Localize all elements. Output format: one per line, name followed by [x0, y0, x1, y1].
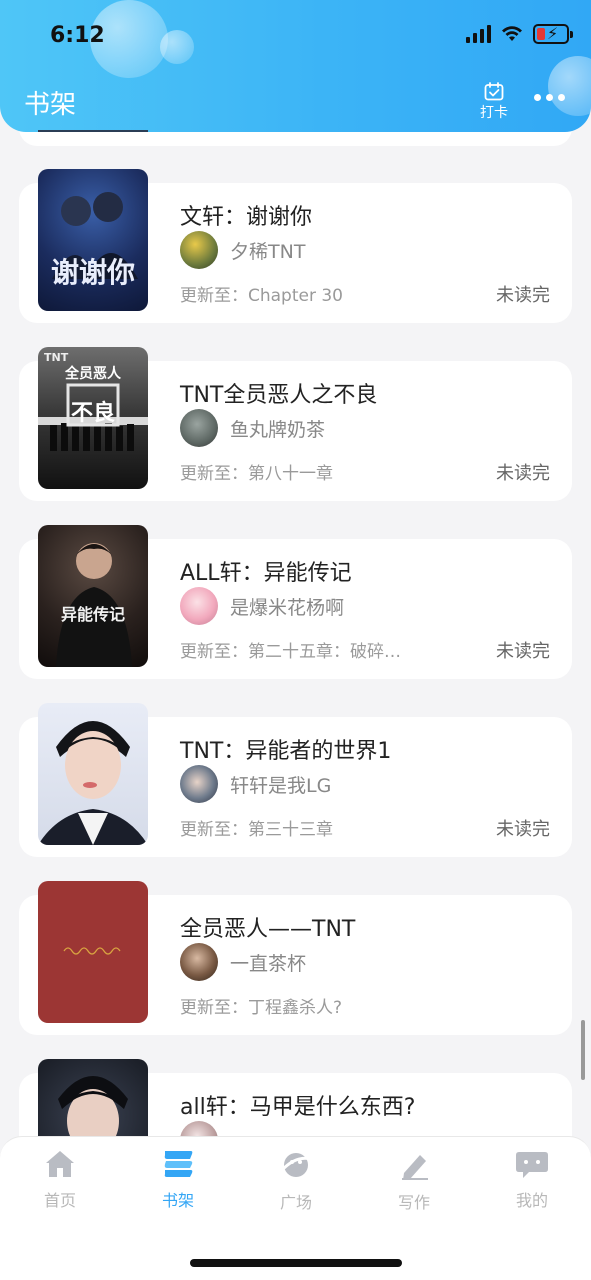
decor-bubble: [160, 30, 194, 64]
tab-home[interactable]: 首页: [20, 1149, 100, 1211]
book-title: TNT：异能者的世界1: [180, 739, 392, 764]
cover-art: [56, 543, 132, 667]
book-card[interactable]: 全员恶人——TNT 一直茶杯 更新至：丁程鑫杀人?: [19, 881, 572, 1035]
cover-title: 异能传记: [60, 605, 125, 624]
cover-title: 谢谢你: [50, 256, 135, 289]
update-info: 更新至：第八十一章: [180, 464, 333, 484]
book-cover[interactable]: [38, 881, 148, 1023]
cover-title: 不良: [70, 401, 115, 426]
more-dot-icon: [546, 94, 553, 101]
book-title: all轩：马甲是什么东西?: [180, 1095, 416, 1120]
scrollbar[interactable]: [581, 1020, 585, 1080]
book-cover[interactable]: 异能传记: [38, 525, 148, 667]
status-icons: ⚡: [466, 24, 573, 44]
tab-label: 写作: [397, 1193, 430, 1212]
book-title: ALL轩：异能传记: [180, 561, 352, 586]
book-title: 文轩：谢谢你: [180, 205, 313, 230]
tab-label: 首页: [43, 1191, 76, 1210]
author-row: 一直茶杯: [180, 943, 306, 981]
author-name: 鱼丸牌奶茶: [230, 418, 326, 441]
tab-square[interactable]: 广场: [256, 1149, 336, 1213]
book-cover[interactable]: [38, 703, 148, 845]
avatar: [180, 409, 218, 447]
read-status: 未读完: [496, 819, 550, 840]
avatar: [180, 943, 218, 981]
book-title: TNT全员恶人之不良: [180, 383, 378, 408]
update-info: 更新至：丁程鑫杀人?: [180, 998, 343, 1018]
book-card[interactable]: TNT 全员恶人 不良 TNT全员恶人之不良 鱼丸牌奶茶 更新至：第八十一章 未…: [19, 347, 572, 501]
book-title: 全员恶人——TNT: [180, 917, 356, 942]
decor-bubble: [548, 56, 591, 116]
tab-me[interactable]: 我的: [492, 1149, 572, 1211]
home-icon: [46, 1151, 74, 1177]
avatar: [180, 765, 218, 803]
status-time: 6:12: [50, 23, 105, 48]
pen-icon: [402, 1155, 428, 1180]
safe-area: [0, 1228, 591, 1280]
tab-label: 广场: [279, 1193, 312, 1212]
book-cover[interactable]: TNT 全员恶人 不良: [38, 347, 148, 489]
read-status: 未读完: [496, 463, 550, 484]
home-indicator[interactable]: [190, 1259, 402, 1267]
planet-icon: [279, 1153, 313, 1177]
tab-label: 我的: [515, 1191, 548, 1210]
update-info: 更新至：Chapter 30: [180, 286, 344, 306]
more-dot-icon: [534, 94, 541, 101]
cover-subtitle: 全员恶人: [65, 366, 121, 382]
bottom-tab-bar: 首页 书架 广场 写作 我的: [0, 1136, 591, 1228]
more-menu-button[interactable]: [534, 94, 565, 101]
book-cover[interactable]: 谢谢你: [38, 169, 148, 311]
author-row: 鱼丸牌奶茶: [180, 409, 325, 447]
update-info: 更新至：第二十五章：破碎…: [180, 642, 401, 662]
calendar-check-icon: [484, 82, 504, 101]
app-header: 6:12 ⚡ 书架 打卡: [0, 0, 591, 132]
cellular-signal-icon: [466, 25, 491, 43]
author-row: 轩轩是我LG: [180, 765, 331, 803]
avatar: [180, 587, 218, 625]
author-row: 夕稀TNT: [180, 231, 305, 269]
cover-edge-partial: [38, 130, 148, 132]
read-status: 未读完: [496, 641, 550, 662]
chat-bubble-icon: [516, 1152, 548, 1178]
update-info: 更新至：第三十三章: [180, 820, 333, 840]
avatar: [180, 231, 218, 269]
wifi-icon: [502, 26, 522, 41]
battery-icon: ⚡: [533, 24, 573, 44]
book-card[interactable]: 谢谢你 文轩：谢谢你 夕稀TNT 更新至：Chapter 30 未读完: [19, 169, 572, 323]
cover-art: [63, 947, 121, 955]
tab-write[interactable]: 写作: [374, 1149, 454, 1213]
cover-art: [38, 721, 148, 845]
author-name: 一直茶杯: [230, 952, 307, 975]
tab-label: 书架: [161, 1191, 194, 1210]
author-name: 是爆米花杨啊: [230, 596, 345, 619]
book-card[interactable]: 异能传记 ALL轩：异能传记 是爆米花杨啊 更新至：第二十五章：破碎… 未读完: [19, 525, 572, 679]
author-name: 夕稀TNT: [230, 240, 306, 263]
checkin-button[interactable]: 打卡: [476, 82, 512, 122]
author-name: 轩轩是我LG: [230, 774, 332, 797]
more-dot-icon: [558, 94, 565, 101]
author-row: 是爆米花杨啊: [180, 587, 344, 625]
page-title: 书架: [24, 90, 77, 120]
read-status: 未读完: [496, 285, 550, 306]
checkin-label: 打卡: [480, 105, 508, 121]
book-card[interactable]: TNT：异能者的世界1 轩轩是我LG 更新至：第三十三章 未读完: [19, 703, 572, 857]
bookshelf-icon: [164, 1151, 193, 1177]
tab-bookshelf[interactable]: 书架: [138, 1149, 218, 1211]
